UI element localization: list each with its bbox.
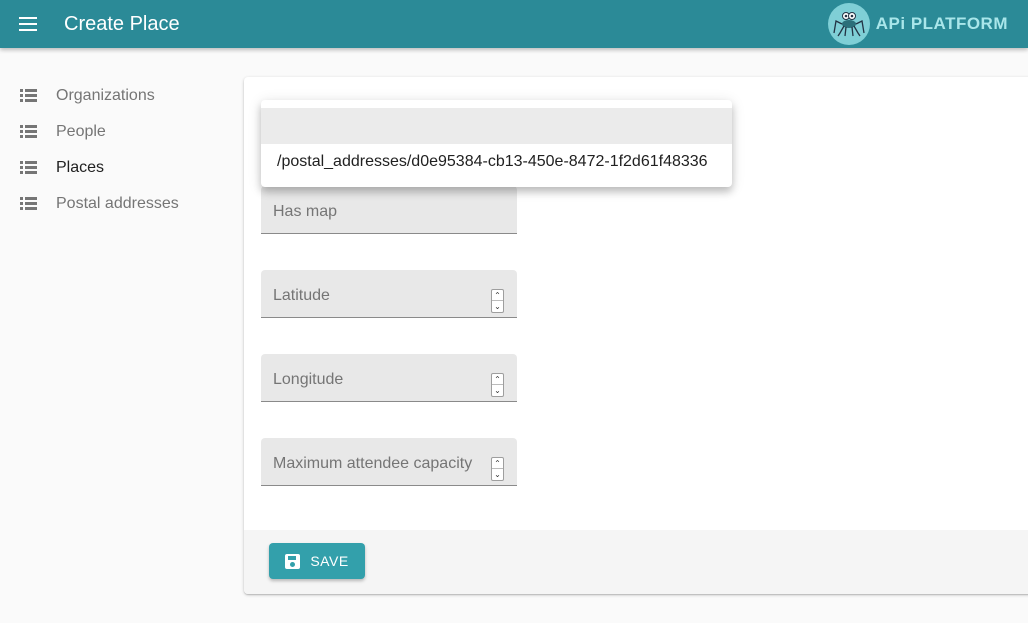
page-title: Create Place xyxy=(64,12,180,35)
form-toolbar: SAVE xyxy=(244,530,1028,594)
sidebar-item-label: Places xyxy=(56,159,105,176)
has-map-label: Has map xyxy=(273,203,338,220)
maximum-attendee-capacity-label: Maximum attendee capacity xyxy=(273,455,473,472)
dropdown-option-postal-address[interactable]: /postal_addresses/d0e95384-cb13-450e-847… xyxy=(277,153,708,171)
capacity-stepper[interactable]: ⌃ ⌄ xyxy=(491,457,504,481)
save-button[interactable]: SAVE xyxy=(269,543,365,579)
chevron-down-icon[interactable]: ⌄ xyxy=(492,301,503,312)
chevron-down-icon[interactable]: ⌄ xyxy=(492,469,503,480)
longitude-field[interactable]: Longitude ⌃ ⌄ xyxy=(261,354,517,402)
sidebar-item-postal-addresses[interactable]: Postal addresses xyxy=(0,186,240,222)
api-platform-logo: APi PLATFORM xyxy=(827,2,1008,46)
maximum-attendee-capacity-field[interactable]: Maximum attendee capacity ⌃ ⌄ xyxy=(261,438,517,486)
sidebar-item-organizations[interactable]: Organizations xyxy=(0,78,240,114)
spider-logo-icon xyxy=(827,3,870,45)
latitude-field[interactable]: Latitude ⌃ ⌄ xyxy=(261,270,517,318)
longitude-label: Longitude xyxy=(273,371,344,388)
list-icon xyxy=(20,197,37,211)
chevron-up-icon[interactable]: ⌃ xyxy=(492,290,503,301)
latitude-label: Latitude xyxy=(273,287,330,304)
has-map-field[interactable]: Has map xyxy=(261,186,517,234)
list-icon xyxy=(20,125,37,139)
longitude-stepper[interactable]: ⌃ ⌄ xyxy=(491,373,504,397)
sidebar-item-places[interactable]: Places xyxy=(0,150,240,186)
list-icon xyxy=(20,89,37,103)
list-icon xyxy=(20,161,37,175)
dropdown-option-empty[interactable] xyxy=(261,108,732,144)
chevron-down-icon[interactable]: ⌄ xyxy=(492,385,503,396)
save-icon xyxy=(285,553,301,569)
postal-address-dropdown-menu: /postal_addresses/d0e95384-cb13-450e-847… xyxy=(261,100,732,187)
logo-text: APi PLATFORM xyxy=(875,14,1008,33)
save-button-label: SAVE xyxy=(310,553,349,569)
sidebar-item-label: Organizations xyxy=(56,87,155,104)
app-bar: Create Place APi PLATFORM xyxy=(0,0,1028,48)
latitude-stepper[interactable]: ⌃ ⌄ xyxy=(491,289,504,313)
sidebar-item-people[interactable]: People xyxy=(0,114,240,150)
menu-icon[interactable] xyxy=(16,12,40,36)
sidebar-item-label: People xyxy=(56,123,106,140)
chevron-up-icon[interactable]: ⌃ xyxy=(492,458,503,469)
chevron-up-icon[interactable]: ⌃ xyxy=(492,374,503,385)
sidebar-item-label: Postal addresses xyxy=(56,195,179,212)
sidebar: Organizations People Places Postal addre… xyxy=(0,78,240,222)
